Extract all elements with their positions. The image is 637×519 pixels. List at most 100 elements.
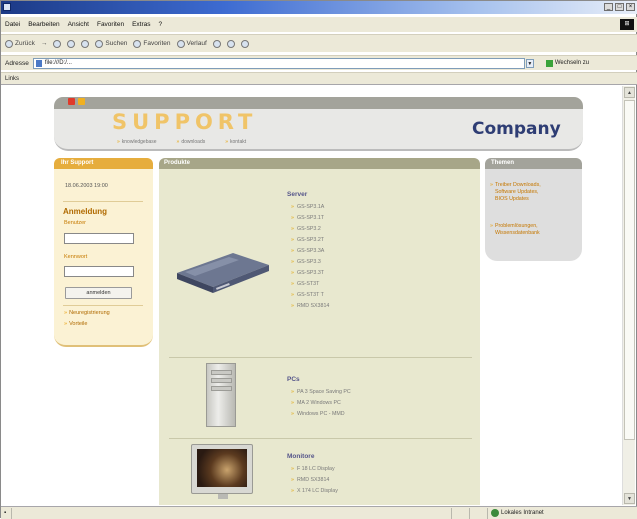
- category-title-server[interactable]: Server: [287, 191, 307, 198]
- server-image[interactable]: [173, 251, 271, 295]
- product-link[interactable]: » GS-ST3T: [291, 281, 319, 287]
- arrow-icon: »: [291, 411, 294, 417]
- mail-icon[interactable]: [212, 39, 221, 48]
- header-icons: [68, 98, 85, 105]
- arrow-icon: »: [291, 292, 294, 298]
- product-label: F 18 LC Display: [296, 466, 335, 472]
- arrow-icon: »: [291, 488, 294, 494]
- links-bar[interactable]: Links: [1, 72, 637, 85]
- category-title-pcs[interactable]: PCs: [287, 376, 300, 383]
- product-link[interactable]: » GS-SP3.1A: [291, 204, 324, 210]
- username-input[interactable]: [64, 233, 134, 244]
- topic-link-solutions[interactable]: » Problemlösungen, Wissensdatenbank: [490, 223, 578, 237]
- product-label: RMD SX3814: [296, 303, 330, 309]
- home-icon[interactable]: [81, 39, 90, 48]
- arrow-icon: »: [291, 204, 294, 210]
- back-button[interactable]: Zurück: [5, 39, 35, 48]
- page-icon: [35, 59, 42, 67]
- refresh-icon[interactable]: [67, 39, 76, 48]
- vertical-scrollbar[interactable]: ▲ ▼: [622, 86, 635, 505]
- address-input[interactable]: file:///D:/...: [32, 57, 525, 69]
- topic-line: Wissensdatenbank: [494, 230, 540, 236]
- scroll-down-button[interactable]: ▼: [624, 493, 635, 504]
- product-link[interactable]: » GS-ST3T T: [291, 292, 324, 298]
- menu-extras[interactable]: Extras: [132, 21, 150, 28]
- menu-bearbeiten[interactable]: Bearbeiten: [28, 21, 59, 28]
- history-button[interactable]: Verlauf: [176, 39, 207, 48]
- go-button[interactable]: Wechseln zu: [545, 59, 589, 67]
- product-label: GS-SP3.3T: [296, 270, 325, 276]
- product-link[interactable]: » MA 2 Windows PC: [291, 400, 341, 406]
- password-input[interactable]: [64, 266, 134, 277]
- title-bar[interactable]: _ □ ×: [1, 1, 637, 14]
- product-label: GS-SP3.3: [296, 259, 321, 265]
- product-link[interactable]: » GS-SP3.2T: [291, 237, 324, 243]
- forward-arrow-icon[interactable]: →: [41, 40, 48, 47]
- login-button[interactable]: anmelden: [65, 287, 132, 299]
- product-label: GS-SP3.2: [296, 226, 321, 232]
- favorites-label: Favoriten: [143, 40, 171, 47]
- minimize-button[interactable]: _: [604, 3, 613, 11]
- stop-icon[interactable]: [53, 39, 62, 48]
- drive-bay: [211, 386, 232, 391]
- product-link[interactable]: » F 18 LC Display: [291, 466, 335, 472]
- favorites-button[interactable]: Favoriten: [133, 39, 171, 48]
- maximize-button[interactable]: □: [615, 3, 624, 11]
- page-content: SUPPORT Company » knowledgebase » download…: [2, 86, 623, 505]
- search-icon: [95, 39, 104, 48]
- arrow-icon: »: [64, 310, 68, 316]
- menu-favoriten[interactable]: Favoriten: [97, 21, 124, 28]
- category-title-monitors[interactable]: Monitore: [287, 453, 314, 460]
- date-time: 18.06.2003 19:00: [65, 183, 108, 189]
- address-value: file:///D:/...: [44, 60, 72, 66]
- product-label: X 174 LC Display: [296, 488, 338, 494]
- arrow-icon: »: [291, 237, 294, 243]
- product-link[interactable]: » X 174 LC Display: [291, 488, 338, 494]
- windows-logo-icon: ⊞: [620, 19, 634, 30]
- topic-label: Problemlösungen, Wissensdatenbank: [495, 223, 540, 237]
- edit-icon[interactable]: [240, 39, 249, 48]
- status-segment: [469, 507, 487, 519]
- print-icon[interactable]: [226, 39, 235, 48]
- topic-link-downloads[interactable]: » Treiber Downloads, Software Updates, B…: [490, 182, 578, 203]
- product-link[interactable]: » GS-SP3.3: [291, 259, 321, 265]
- browser-window: _ □ × Datei Bearbeiten Ansicht Favoriten…: [0, 0, 637, 519]
- status-text: [11, 507, 451, 519]
- history-icon: [176, 39, 185, 48]
- product-link[interactable]: » GS-SP3.3T: [291, 270, 324, 276]
- menu-datei[interactable]: Datei: [5, 21, 20, 28]
- topics-box-title: Themen: [485, 158, 582, 169]
- product-link[interactable]: » RMD SX3814: [291, 477, 329, 483]
- company-logo[interactable]: Company: [472, 119, 561, 139]
- product-link[interactable]: » RMD SX3814: [291, 303, 329, 309]
- scroll-thumb[interactable]: [624, 100, 635, 440]
- back-arrow-icon: [5, 39, 13, 48]
- product-link[interactable]: » GS-SP3.1T: [291, 215, 324, 221]
- scroll-up-button[interactable]: ▲: [624, 87, 635, 98]
- menu-ansicht[interactable]: Ansicht: [68, 21, 89, 28]
- search-button[interactable]: Suchen: [95, 39, 127, 48]
- support-box-title: Ihr Support: [54, 158, 153, 169]
- close-button[interactable]: ×: [626, 3, 635, 11]
- divider: [63, 305, 143, 306]
- monitor-image[interactable]: [191, 444, 253, 499]
- menu-bar: Datei Bearbeiten Ansicht Favoriten Extra…: [1, 17, 637, 32]
- home-icon[interactable]: [68, 98, 75, 105]
- register-link[interactable]: » Neuregistrierung: [64, 310, 110, 316]
- nav-downloads[interactable]: » downloads: [177, 139, 206, 145]
- nav-knowledgebase[interactable]: » knowledgebase: [117, 139, 157, 145]
- app-icon: [3, 3, 11, 11]
- benefits-link[interactable]: » Vorteile: [64, 321, 87, 327]
- product-link[interactable]: » GS-SP3.3A: [291, 248, 324, 254]
- product-link[interactable]: » GS-SP3.2: [291, 226, 321, 232]
- mail-icon[interactable]: [78, 98, 85, 105]
- link-label: Vorteile: [69, 321, 88, 327]
- address-dropdown-button[interactable]: ▼: [525, 58, 534, 68]
- menu-help[interactable]: ?: [159, 21, 163, 28]
- nav-kontakt[interactable]: » kontakt: [225, 139, 246, 145]
- product-link[interactable]: » PA 3 Space Saving PC: [291, 389, 351, 395]
- product-link[interactable]: » Windows PC - MMD: [291, 411, 345, 417]
- arrow-icon: »: [291, 226, 294, 232]
- pc-tower-image[interactable]: [206, 363, 236, 427]
- arrow-icon: »: [291, 477, 294, 483]
